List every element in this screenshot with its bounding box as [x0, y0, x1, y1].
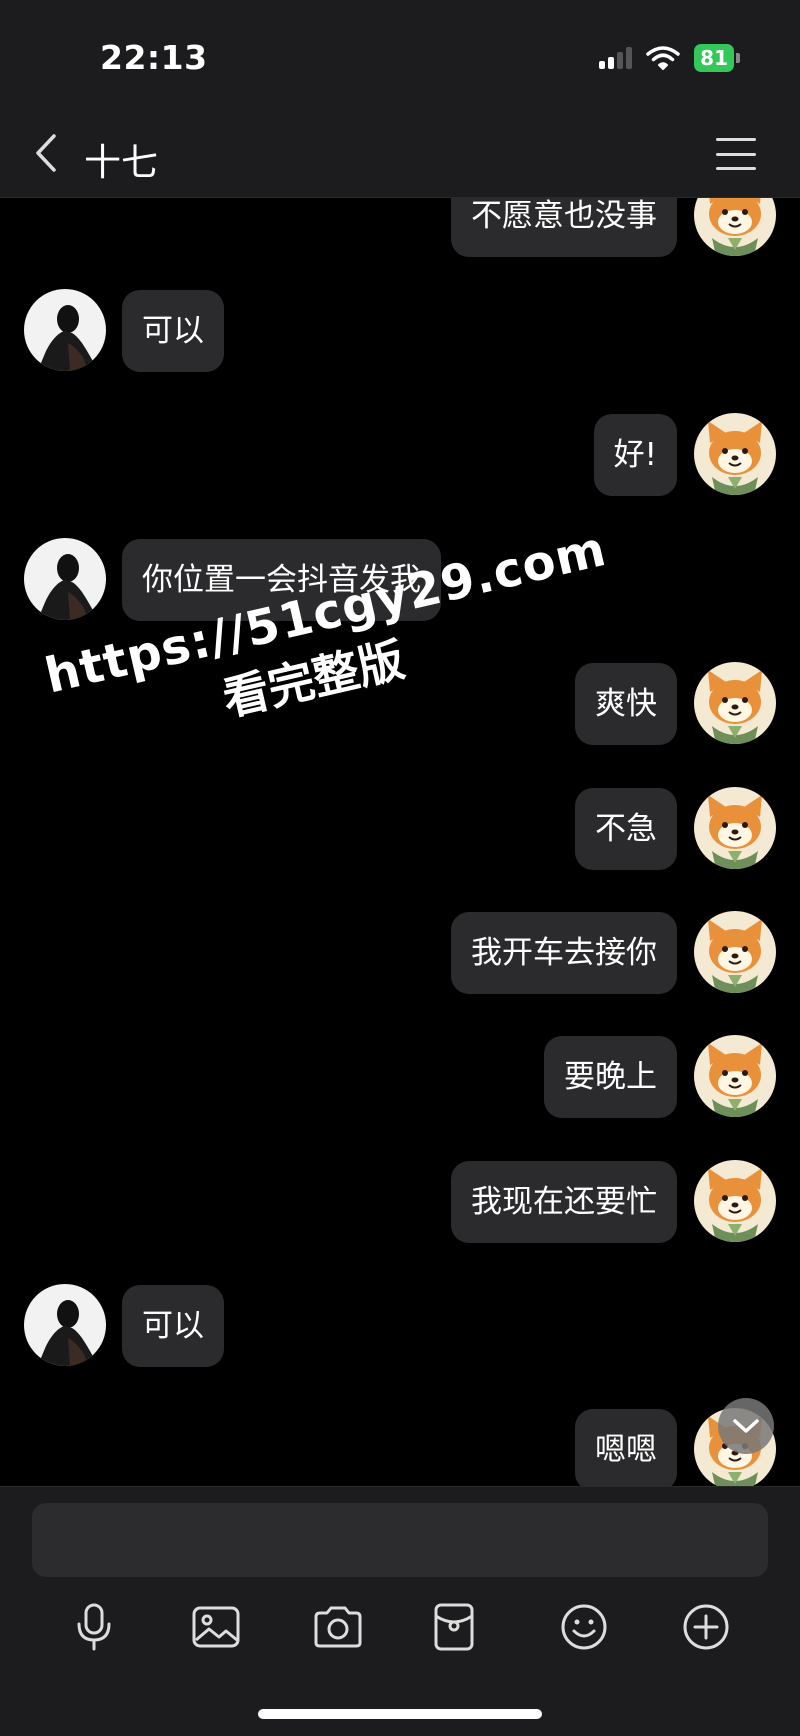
- contact-avatar[interactable]: [24, 1284, 106, 1366]
- message-row-incoming: 可以: [0, 289, 800, 375]
- message-bubble[interactable]: 我开车去接你: [451, 912, 677, 994]
- red-packet-button[interactable]: [424, 1597, 484, 1657]
- contact-avatar[interactable]: [24, 538, 106, 620]
- my-avatar[interactable]: [694, 1160, 776, 1242]
- message-bubble[interactable]: 可以: [122, 290, 224, 372]
- plus-icon: [683, 1604, 729, 1650]
- message-bubble[interactable]: 爽快: [575, 663, 677, 745]
- message-bubble[interactable]: 不急: [575, 788, 677, 870]
- message-row-incoming: 可以: [0, 1284, 800, 1370]
- scroll-to-bottom-button[interactable]: [718, 1398, 774, 1454]
- message-bubble[interactable]: 我现在还要忙: [451, 1161, 677, 1243]
- cellular-signal-icon: [599, 47, 633, 69]
- home-indicator[interactable]: [258, 1709, 542, 1719]
- voice-button[interactable]: [64, 1597, 124, 1657]
- message-row-outgoing: 爽快: [0, 662, 800, 748]
- message-row-outgoing: 嗯嗯: [0, 1408, 800, 1486]
- my-avatar[interactable]: [694, 413, 776, 495]
- header: 22:13 81 十七: [0, 0, 800, 198]
- page-title: 十七: [84, 141, 158, 184]
- status-time: 22:13: [100, 38, 208, 77]
- message-bubble[interactable]: 嗯嗯: [575, 1409, 677, 1486]
- message-input[interactable]: [32, 1503, 768, 1577]
- message-row-outgoing: 要晚上: [0, 1035, 800, 1121]
- message-list[interactable]: 不愿意也没事 可以 好! 你位置一会抖音发我 爽快 不急 我开车去接你 要晚上 …: [0, 0, 800, 1486]
- chevron-down-icon: [733, 1419, 759, 1433]
- my-avatar[interactable]: [694, 662, 776, 744]
- composer: [0, 1486, 800, 1736]
- message-bubble[interactable]: 好!: [593, 414, 677, 496]
- camera-icon: [314, 1606, 362, 1648]
- emoji-icon: [561, 1604, 607, 1650]
- contact-avatar[interactable]: [24, 289, 106, 371]
- wifi-icon: [646, 46, 680, 70]
- message-bubble[interactable]: 要晚上: [544, 1036, 677, 1118]
- message-row-outgoing: 我现在还要忙: [0, 1160, 800, 1246]
- my-avatar[interactable]: [694, 911, 776, 993]
- message-row-outgoing: 好!: [0, 413, 800, 499]
- photo-button[interactable]: [186, 1597, 246, 1657]
- battery-icon: 81: [694, 44, 740, 72]
- my-avatar[interactable]: [694, 1035, 776, 1117]
- menu-icon[interactable]: [716, 138, 756, 170]
- my-avatar[interactable]: [694, 787, 776, 869]
- composer-toolbar: [0, 1597, 800, 1677]
- image-icon: [192, 1606, 240, 1648]
- message-bubble[interactable]: 你位置一会抖音发我: [122, 539, 441, 621]
- camera-button[interactable]: [308, 1597, 368, 1657]
- message-row-outgoing: 不急: [0, 787, 800, 873]
- battery-level: 81: [694, 44, 734, 72]
- message-row-incoming: 你位置一会抖音发我: [0, 538, 800, 624]
- message-bubble[interactable]: 可以: [122, 1285, 224, 1367]
- message-row-outgoing: 我开车去接你: [0, 911, 800, 997]
- red-packet-icon: [434, 1603, 474, 1651]
- microphone-icon: [77, 1603, 111, 1651]
- status-icons: 81: [599, 44, 740, 72]
- back-icon[interactable]: [26, 128, 66, 178]
- emoji-button[interactable]: [554, 1597, 614, 1657]
- more-button[interactable]: [676, 1597, 736, 1657]
